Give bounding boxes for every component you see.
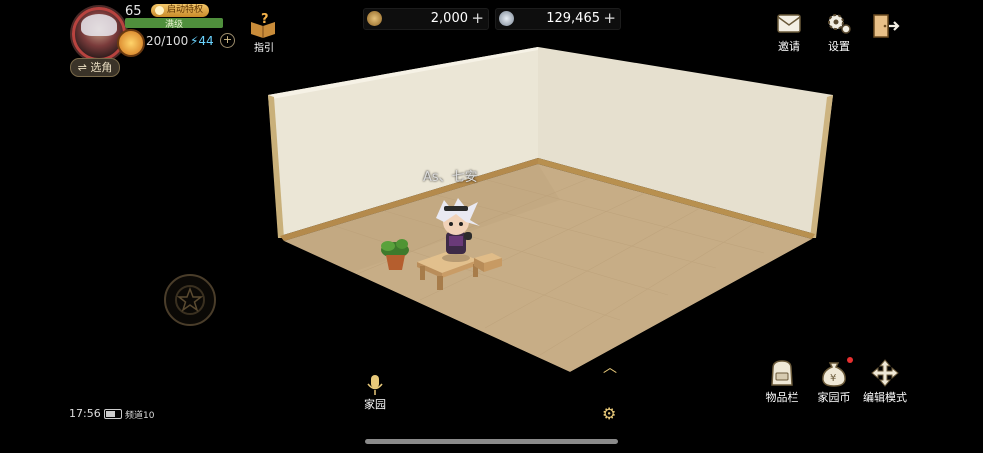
invite-label: 邀请	[778, 40, 800, 53]
exit-door-icon[interactable]	[870, 12, 900, 40]
envelope-icon	[777, 14, 801, 33]
privilege-icon	[155, 6, 164, 15]
svg-text:?: ?	[261, 12, 269, 27]
home-voice-button[interactable]: 家园	[360, 374, 390, 412]
exp-label: 满级	[164, 20, 183, 30]
svg-text:¥: ¥	[830, 373, 836, 384]
gold-add-button[interactable]: +	[471, 9, 484, 27]
guide-book-icon[interactable]: ?	[248, 12, 278, 38]
channel-label[interactable]: 频道10	[125, 408, 154, 421]
player-name-tag: As、七安	[423, 170, 478, 185]
vip-label: 启动特权	[167, 5, 204, 15]
coin-bag-icon: ¥	[822, 362, 846, 387]
silver-currency: 129,465 +	[495, 8, 621, 30]
exp-bar: 满级	[125, 18, 223, 30]
star-icon	[175, 285, 205, 315]
home-indicator-bar	[365, 439, 618, 444]
backpack-icon	[771, 360, 793, 386]
chevron-up-icon[interactable]: ︿	[603, 357, 617, 377]
stamina-icon	[117, 29, 145, 57]
home-coin-button[interactable]: ¥ 家园币	[809, 358, 859, 405]
settings-label: 设置	[828, 40, 850, 53]
clock-time: 17:56	[69, 407, 101, 420]
silver-add-button[interactable]: +	[603, 9, 616, 27]
energy-add-button[interactable]: +	[220, 33, 235, 48]
gear-icon	[828, 14, 851, 34]
player-avatar[interactable]	[72, 7, 126, 61]
energy-value: ⚡44	[190, 34, 214, 48]
inventory-button[interactable]: 物品栏	[757, 358, 807, 405]
home-coin-label: 家园币	[817, 391, 851, 404]
microphone-icon	[367, 375, 383, 395]
stamina-value: 20/100	[146, 34, 189, 48]
movement-joystick[interactable]	[164, 274, 216, 326]
battery-icon	[104, 409, 122, 419]
silver-amount: 129,465	[546, 11, 600, 26]
switch-role-button[interactable]: ⇌ 选角	[70, 58, 120, 77]
invite-button[interactable]: 邀请	[769, 10, 809, 54]
silver-coin-icon	[499, 11, 514, 26]
gold-amount: 2,000	[430, 11, 468, 26]
move-arrows-icon	[871, 359, 899, 387]
gold-coin-icon	[367, 11, 382, 26]
home-label: 家园	[364, 398, 386, 411]
gold-currency: 2,000 +	[363, 8, 489, 30]
edit-mode-label: 编辑模式	[863, 391, 907, 404]
inventory-label: 物品栏	[765, 391, 799, 404]
guide-label[interactable]: 指引	[254, 39, 274, 54]
gear-icon[interactable]: ⚙	[602, 404, 616, 423]
vip-privilege-badge[interactable]: 启动特权	[151, 4, 210, 17]
edit-mode-button[interactable]: 编辑模式	[860, 358, 910, 405]
notification-dot	[847, 357, 853, 363]
settings-button[interactable]: 设置	[819, 10, 859, 54]
